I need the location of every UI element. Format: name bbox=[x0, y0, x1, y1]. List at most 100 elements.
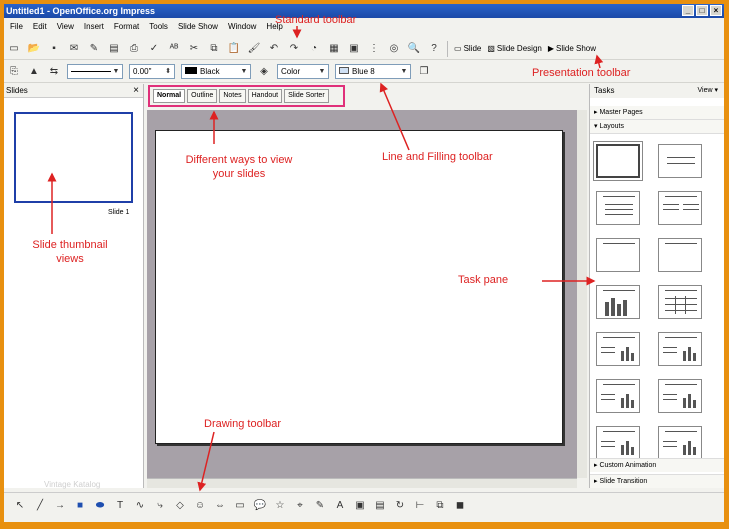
block-arrows-icon[interactable]: ⇔ bbox=[213, 498, 227, 514]
area-style-select[interactable]: Color ▼ bbox=[277, 64, 329, 79]
layout-line bbox=[663, 204, 679, 205]
arrow-line-icon[interactable]: → bbox=[53, 498, 67, 514]
slide-transition-section[interactable]: ▸ Slide Transition bbox=[590, 474, 724, 488]
menu-file[interactable]: File bbox=[10, 22, 23, 31]
select-icon[interactable]: ↖ bbox=[13, 498, 27, 514]
line-tool-icon[interactable]: ╱ bbox=[33, 498, 47, 514]
menu-view[interactable]: View bbox=[57, 22, 74, 31]
layout-thumbnail[interactable] bbox=[658, 332, 702, 366]
layout-thumbnail[interactable] bbox=[658, 426, 702, 460]
help-icon[interactable]: ? bbox=[426, 41, 442, 57]
curve-icon[interactable]: ∿ bbox=[133, 498, 147, 514]
menu-insert[interactable]: Insert bbox=[84, 22, 104, 31]
redo-icon[interactable]: ↷ bbox=[286, 41, 302, 57]
tab-notes[interactable]: Notes bbox=[219, 89, 246, 103]
copy-icon[interactable]: ⧉ bbox=[206, 41, 222, 57]
open-icon[interactable]: 📂 bbox=[26, 41, 42, 57]
edit-file-icon[interactable]: ✎ bbox=[86, 41, 102, 57]
new-icon[interactable]: ▭ bbox=[6, 41, 22, 57]
line-color-select[interactable]: Black ▼ bbox=[181, 64, 251, 79]
close-button[interactable]: × bbox=[710, 5, 722, 16]
fontwork-icon[interactable]: A bbox=[333, 498, 347, 514]
undo-icon[interactable]: ↶ bbox=[266, 41, 282, 57]
layout-thumbnail[interactable] bbox=[596, 379, 640, 413]
flowchart-icon[interactable]: ▭ bbox=[233, 498, 247, 514]
from-file-icon[interactable]: ▣ bbox=[353, 498, 367, 514]
grid-icon[interactable]: ⋮ bbox=[366, 41, 382, 57]
ellipse-icon[interactable]: ⬬ bbox=[93, 498, 107, 514]
text-icon[interactable]: T bbox=[113, 498, 127, 514]
fill-color-select[interactable]: Blue 8 ▼ bbox=[335, 64, 411, 79]
autospell-icon[interactable]: ᴬᴮ bbox=[166, 41, 182, 57]
slide-design-button[interactable]: ▧ Slide Design bbox=[487, 44, 541, 53]
points-icon[interactable]: ⌖ bbox=[293, 498, 307, 514]
cut-icon[interactable]: ✂ bbox=[186, 41, 202, 57]
line-style-icon[interactable]: ⎘ bbox=[6, 64, 22, 80]
tab-slide-sorter[interactable]: Slide Sorter bbox=[284, 89, 329, 103]
area-icon[interactable]: ◈ bbox=[256, 64, 272, 80]
tab-handout[interactable]: Handout bbox=[247, 89, 283, 103]
extrusion-icon[interactable]: ◼ bbox=[453, 498, 467, 514]
chevron-down-icon: ▼ bbox=[400, 68, 408, 75]
spellcheck-icon[interactable]: ✓ bbox=[146, 41, 162, 57]
layout-thumbnail[interactable] bbox=[658, 191, 702, 225]
save-icon[interactable]: ▪ bbox=[46, 41, 62, 57]
print-icon[interactable]: ⎙ bbox=[126, 41, 142, 57]
master-pages-section[interactable]: ▸ Master Pages bbox=[590, 106, 724, 120]
layout-thumbnail[interactable] bbox=[596, 285, 640, 319]
slide-thumbnail[interactable] bbox=[14, 112, 133, 203]
stars-icon[interactable]: ☆ bbox=[273, 498, 287, 514]
zoom-icon[interactable]: 🔍 bbox=[406, 41, 422, 57]
gallery-icon[interactable]: ▤ bbox=[373, 498, 387, 514]
layout-thumbnail[interactable] bbox=[658, 238, 702, 272]
line-width-stepper[interactable]: 0.00" ⬍ bbox=[129, 64, 175, 79]
layout-thumbnail[interactable] bbox=[658, 285, 702, 319]
rectangle-icon[interactable]: ■ bbox=[73, 498, 87, 514]
export-pdf-icon[interactable]: ▤ bbox=[106, 41, 122, 57]
layout-thumbnail[interactable] bbox=[658, 144, 702, 178]
chevron-down-icon: ▼ bbox=[112, 68, 120, 75]
shadow-icon[interactable]: ❐ bbox=[416, 64, 432, 80]
menu-format[interactable]: Format bbox=[114, 22, 139, 31]
arrow-style-icon[interactable]: ⇆ bbox=[46, 64, 62, 80]
tab-outline[interactable]: Outline bbox=[187, 89, 218, 103]
layout-thumbnail[interactable] bbox=[593, 141, 643, 181]
tasks-view-menu[interactable]: View ▾ bbox=[697, 84, 718, 98]
tab-normal[interactable]: Normal bbox=[153, 89, 186, 103]
connector-icon[interactable]: ⤷ bbox=[153, 498, 167, 514]
layout-thumbnail[interactable] bbox=[596, 238, 640, 272]
table-icon[interactable]: ▦ bbox=[326, 41, 342, 57]
basic-shapes-icon[interactable]: ◇ bbox=[173, 498, 187, 514]
horizontal-scrollbar[interactable] bbox=[147, 478, 577, 488]
menu-tools[interactable]: Tools bbox=[149, 22, 168, 31]
layout-thumbnail[interactable] bbox=[596, 191, 640, 225]
format-paintbrush-icon[interactable]: 🖌 bbox=[246, 41, 262, 57]
chart-icon[interactable]: ◔ bbox=[306, 41, 322, 57]
custom-animation-section[interactable]: ▸ Custom Animation bbox=[590, 458, 724, 472]
rotate-icon[interactable]: ↻ bbox=[393, 498, 407, 514]
menu-edit[interactable]: Edit bbox=[33, 22, 47, 31]
paste-icon[interactable]: 📋 bbox=[226, 41, 242, 57]
vertical-scrollbar[interactable] bbox=[577, 110, 587, 478]
line-style-select[interactable]: ▼ bbox=[67, 64, 123, 79]
minimize-button[interactable]: _ bbox=[682, 5, 694, 16]
navigator-icon[interactable]: ◎ bbox=[386, 41, 402, 57]
layout-thumbnail[interactable] bbox=[658, 379, 702, 413]
slide-show-button[interactable]: ▶ Slide Show bbox=[548, 44, 596, 53]
layouts-section[interactable]: ▾ Layouts bbox=[590, 120, 724, 134]
glue-points-icon[interactable]: ✎ bbox=[313, 498, 327, 514]
arrange-icon[interactable]: ⧉ bbox=[433, 498, 447, 514]
image-icon[interactable]: ▣ bbox=[346, 41, 362, 57]
menu-window[interactable]: Window bbox=[228, 22, 256, 31]
symbol-shapes-icon[interactable]: ☺ bbox=[193, 498, 207, 514]
align-icon[interactable]: ⊢ bbox=[413, 498, 427, 514]
callouts-icon[interactable]: 💬 bbox=[253, 498, 267, 514]
layout-thumbnail[interactable] bbox=[596, 332, 640, 366]
layout-thumbnail[interactable] bbox=[596, 426, 640, 460]
close-icon[interactable]: × bbox=[133, 84, 139, 98]
line-icon[interactable]: ▲ bbox=[26, 64, 42, 80]
slide-button[interactable]: ▭ Slide bbox=[454, 44, 481, 53]
maximize-button[interactable]: □ bbox=[696, 5, 708, 16]
email-icon[interactable]: ✉ bbox=[66, 41, 82, 57]
menu-slide-show[interactable]: Slide Show bbox=[178, 22, 218, 31]
